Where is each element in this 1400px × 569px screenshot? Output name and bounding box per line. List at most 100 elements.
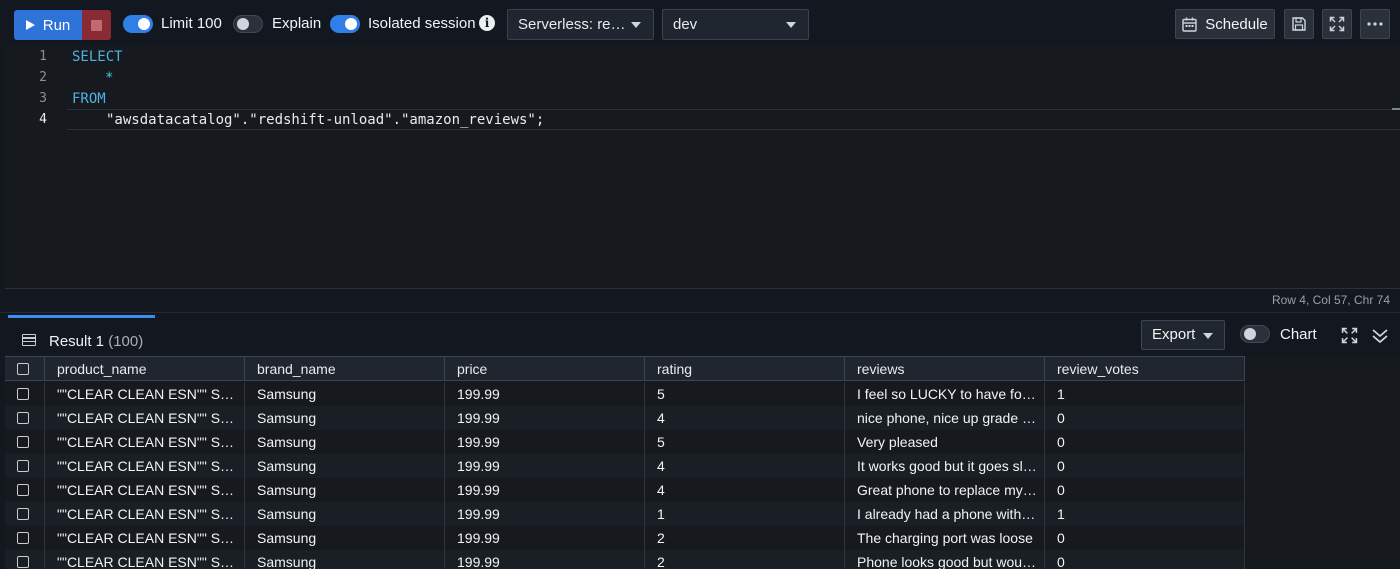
export-dropdown[interactable]: Export [1141,320,1225,350]
cell-rating[interactable]: 5 [645,430,845,454]
cell-product-name[interactable]: ""CLEAR CLEAN ESN"" Sprint EPIC 4G Galax… [45,430,245,454]
cell-brand-name[interactable]: Samsung [245,526,445,550]
table-row[interactable]: ""CLEAR CLEAN ESN"" Sprint EPIC 4G Galax… [5,382,1245,406]
collapse-icon[interactable] [1371,327,1389,345]
code-line-1[interactable]: SELECT [72,49,123,65]
cell-review-votes[interactable]: 0 [1045,406,1245,430]
cell-review-votes[interactable]: 0 [1045,454,1245,478]
cell-price[interactable]: 199.99 [445,550,645,569]
row-checkbox[interactable] [17,556,29,568]
column-header-rating[interactable]: rating [645,357,845,381]
cell-brand-name[interactable]: Samsung [245,550,445,569]
limit-toggle[interactable] [123,15,153,33]
table-row[interactable]: ""CLEAR CLEAN ESN"" Sprint EPIC 4G Galax… [5,526,1245,550]
play-icon [25,20,35,30]
column-header-reviews[interactable]: reviews [845,357,1045,381]
cell-product-name[interactable]: ""CLEAR CLEAN ESN"" Sprint EPIC 4G Galax… [45,382,245,406]
cell-price[interactable]: 199.99 [445,406,645,430]
cell-brand-name[interactable]: Samsung [245,454,445,478]
cell-review-votes[interactable]: 0 [1045,430,1245,454]
cell-reviews[interactable]: Very pleased [845,430,1045,454]
cell-price[interactable]: 199.99 [445,454,645,478]
code-line-2[interactable]: * [105,70,113,86]
code-line-3[interactable]: FROM [72,91,106,107]
chevron-down-icon [786,22,796,28]
table-row[interactable]: ""CLEAR CLEAN ESN"" Sprint EPIC 4G Galax… [5,478,1245,502]
cell-product-name[interactable]: ""CLEAR CLEAN ESN"" Sprint EPIC 4G Galax… [45,478,245,502]
cell-reviews[interactable]: The charging port was loose [845,526,1045,550]
cell-reviews[interactable]: Phone looks good but wouldn't stay [845,550,1045,569]
cell-review-votes[interactable]: 1 [1045,382,1245,406]
cell-rating[interactable]: 2 [645,526,845,550]
table-row[interactable]: ""CLEAR CLEAN ESN"" Sprint EPIC 4G Galax… [5,430,1245,454]
cell-review-votes[interactable]: 1 [1045,502,1245,526]
column-header-review-votes[interactable]: review_votes [1045,357,1245,381]
isolated-session-label: Isolated session [368,15,476,32]
cell-reviews[interactable]: nice phone, nice up grade from my [845,406,1045,430]
cell-product-name[interactable]: ""CLEAR CLEAN ESN"" Sprint EPIC 4G Galax… [45,406,245,430]
cell-rating[interactable]: 5 [645,382,845,406]
schedule-label: Schedule [1205,15,1268,33]
fullscreen-button[interactable] [1322,9,1352,39]
cell-brand-name[interactable]: Samsung [245,502,445,526]
isolated-session-toggle[interactable] [330,15,360,33]
tab-result-1[interactable]: Result 1 (100) [8,315,155,357]
row-checkbox[interactable] [17,388,29,400]
table-row[interactable]: ""CLEAR CLEAN ESN"" Sprint EPIC 4G Galax… [5,502,1245,526]
sql-editor[interactable]: 1 2 3 4 SELECT * FROM "awsdatacatalog"."… [5,46,1400,288]
cell-reviews[interactable]: I feel so LUCKY to have found this [845,382,1045,406]
select-all-checkbox[interactable] [17,363,29,375]
info-icon[interactable]: i [479,15,495,31]
cell-rating[interactable]: 2 [645,550,845,569]
database-select[interactable]: dev [662,9,809,40]
row-checkbox[interactable] [17,436,29,448]
schedule-button[interactable]: Schedule [1175,9,1275,39]
save-button[interactable] [1284,9,1314,39]
cell-product-name[interactable]: ""CLEAR CLEAN ESN"" Sprint EPIC 4G Galax… [45,454,245,478]
cell-brand-name[interactable]: Samsung [245,430,445,454]
stop-button[interactable] [82,10,111,40]
cell-price[interactable]: 199.99 [445,382,645,406]
cell-product-name[interactable]: ""CLEAR CLEAN ESN"" Sprint EPIC 4G Galax… [45,550,245,569]
explain-toggle[interactable] [233,15,263,33]
table-row[interactable]: ""CLEAR CLEAN ESN"" Sprint EPIC 4G Galax… [5,454,1245,478]
cell-price[interactable]: 199.99 [445,526,645,550]
column-header-brand-name[interactable]: brand_name [245,357,445,381]
line-number: 4 [39,112,47,127]
cell-product-name[interactable]: ""CLEAR CLEAN ESN"" Sprint EPIC 4G Galax… [45,502,245,526]
row-checkbox[interactable] [17,412,29,424]
editor-scrollbar-marker[interactable] [1392,108,1400,110]
cell-price[interactable]: 199.99 [445,502,645,526]
workgroup-select[interactable]: Serverless: re… [507,9,654,40]
row-checkbox[interactable] [17,484,29,496]
cell-brand-name[interactable]: Samsung [245,406,445,430]
cell-rating[interactable]: 4 [645,478,845,502]
expand-icon[interactable] [1341,327,1358,344]
row-checkbox[interactable] [17,532,29,544]
row-checkbox[interactable] [17,508,29,520]
run-button[interactable]: Run [14,10,82,40]
cell-reviews[interactable]: It works good but it goes slow [845,454,1045,478]
cell-review-votes[interactable]: 0 [1045,478,1245,502]
table-row[interactable]: ""CLEAR CLEAN ESN"" Sprint EPIC 4G Galax… [5,550,1245,569]
query-toolbar: Run Limit 100 Explain Isolated session i… [0,0,1400,48]
cell-rating[interactable]: 1 [645,502,845,526]
chart-toggle[interactable] [1240,325,1270,343]
cell-reviews[interactable]: I already had a phone with problems [845,502,1045,526]
cell-product-name[interactable]: ""CLEAR CLEAN ESN"" Sprint EPIC 4G Galax… [45,526,245,550]
cell-reviews[interactable]: Great phone to replace my lost [845,478,1045,502]
table-row[interactable]: ""CLEAR CLEAN ESN"" Sprint EPIC 4G Galax… [5,406,1245,430]
cell-brand-name[interactable]: Samsung [245,478,445,502]
cell-brand-name[interactable]: Samsung [245,382,445,406]
cell-rating[interactable]: 4 [645,454,845,478]
more-options-button[interactable] [1360,9,1390,39]
row-checkbox[interactable] [17,460,29,472]
code-line-4[interactable]: "awsdatacatalog"."redshift-unload"."amaz… [106,112,544,128]
cell-price[interactable]: 199.99 [445,478,645,502]
cell-price[interactable]: 199.99 [445,430,645,454]
cell-review-votes[interactable]: 0 [1045,526,1245,550]
cell-rating[interactable]: 4 [645,406,845,430]
cell-review-votes[interactable]: 0 [1045,550,1245,569]
column-header-price[interactable]: price [445,357,645,381]
column-header-product-name[interactable]: product_name [45,357,245,381]
